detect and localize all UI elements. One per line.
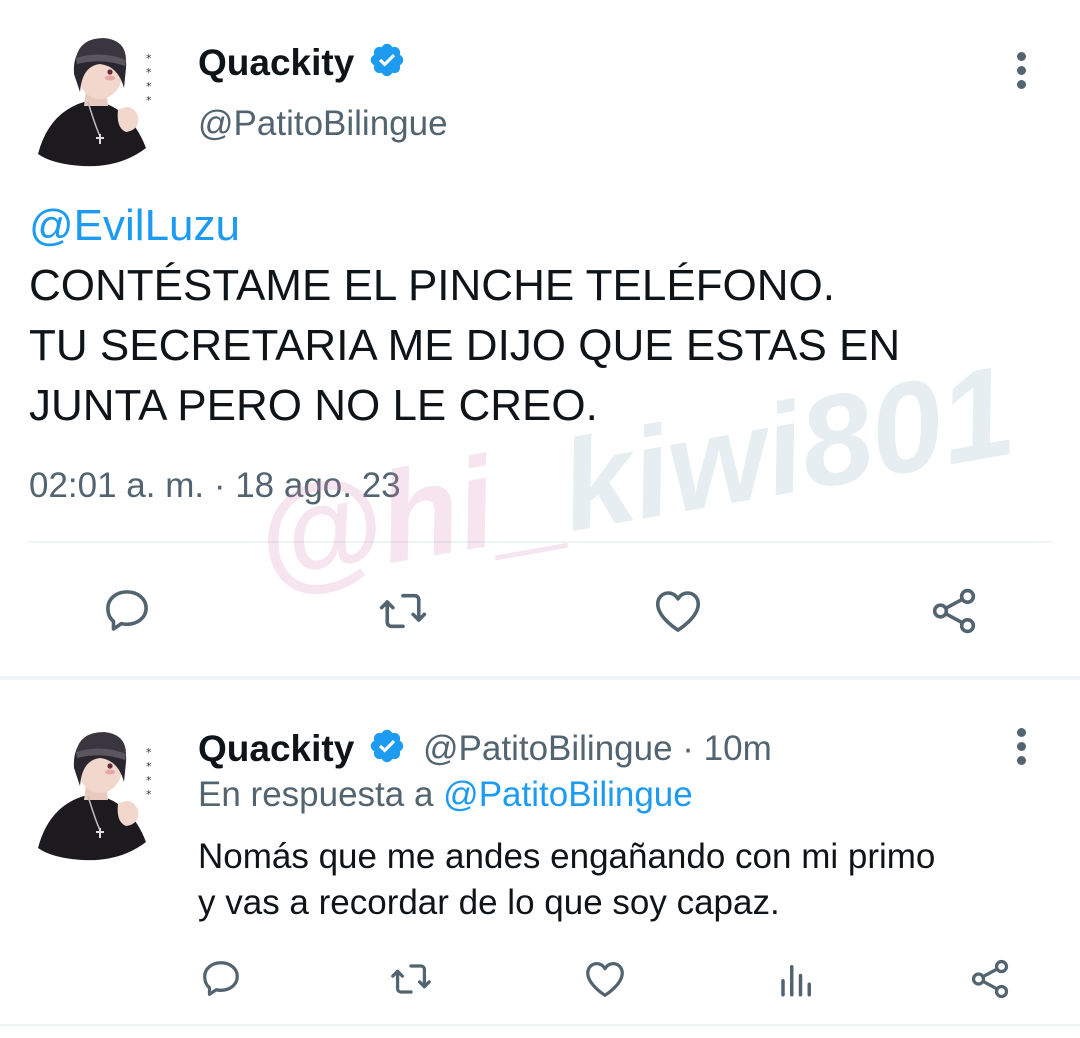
share-icon[interactable] bbox=[926, 584, 982, 638]
tweet-text: @EvilLuzu CONTÉSTAME EL PINCHE TELÉFONO.… bbox=[29, 196, 900, 436]
author-name[interactable]: Quackity bbox=[198, 42, 354, 84]
reply-icon[interactable] bbox=[198, 956, 244, 1002]
share-icon[interactable] bbox=[966, 956, 1014, 1002]
svg-text:*: * bbox=[146, 788, 152, 801]
tweet-line: JUNTA PERO NO LE CREO. bbox=[29, 381, 598, 430]
tweet-timestamp[interactable]: 02:01 a. m. · 18 ago. 23 bbox=[29, 466, 401, 506]
more-options-icon[interactable] bbox=[1011, 52, 1031, 92]
retweet-icon[interactable] bbox=[386, 956, 436, 1002]
replying-to-link[interactable]: @PatitoBilingue bbox=[443, 775, 693, 814]
author-handle[interactable]: @PatitoBilingue bbox=[198, 104, 448, 144]
replying-to: En respuesta a @PatitoBilingue bbox=[198, 775, 693, 815]
svg-text:*: * bbox=[146, 66, 152, 79]
verified-badge-icon bbox=[368, 727, 406, 765]
analytics-icon[interactable] bbox=[776, 956, 818, 1002]
svg-text:*: * bbox=[146, 52, 152, 65]
svg-text:*: * bbox=[146, 746, 152, 759]
svg-text:*: * bbox=[146, 80, 152, 93]
like-icon[interactable] bbox=[581, 956, 629, 1002]
like-icon[interactable] bbox=[650, 584, 706, 638]
bottom-divider bbox=[0, 1024, 1080, 1026]
reply-line: Nomás que me andes engañando con mi prim… bbox=[198, 837, 936, 876]
reply-icon[interactable] bbox=[100, 584, 154, 638]
reply-handle-time[interactable]: @PatitoBilingue · 10m bbox=[423, 729, 772, 769]
tweet-line: TU SECRETARIA ME DIJO QUE ESTAS EN bbox=[29, 321, 901, 370]
svg-text:*: * bbox=[146, 94, 152, 107]
reply-text: Nomás que me andes engañando con mi prim… bbox=[198, 834, 935, 926]
tweet-line: CONTÉSTAME EL PINCHE TELÉFONO. bbox=[29, 261, 835, 310]
reply-author-name[interactable]: Quackity bbox=[198, 728, 354, 770]
replying-to-prefix: En respuesta a bbox=[198, 775, 434, 814]
mention-link[interactable]: @EvilLuzu bbox=[29, 201, 240, 250]
divider bbox=[27, 541, 1053, 543]
verified-badge-icon bbox=[368, 41, 406, 79]
section-divider bbox=[0, 676, 1080, 680]
reply-line: y vas a recordar de lo que soy capaz. bbox=[198, 883, 780, 922]
retweet-icon[interactable] bbox=[374, 584, 432, 638]
svg-text:*: * bbox=[146, 760, 152, 773]
svg-text:*: * bbox=[146, 774, 152, 787]
main-avatar[interactable]: * * * * bbox=[30, 36, 162, 168]
reply-avatar[interactable]: * * * * bbox=[30, 730, 162, 862]
more-options-icon[interactable] bbox=[1011, 728, 1031, 768]
